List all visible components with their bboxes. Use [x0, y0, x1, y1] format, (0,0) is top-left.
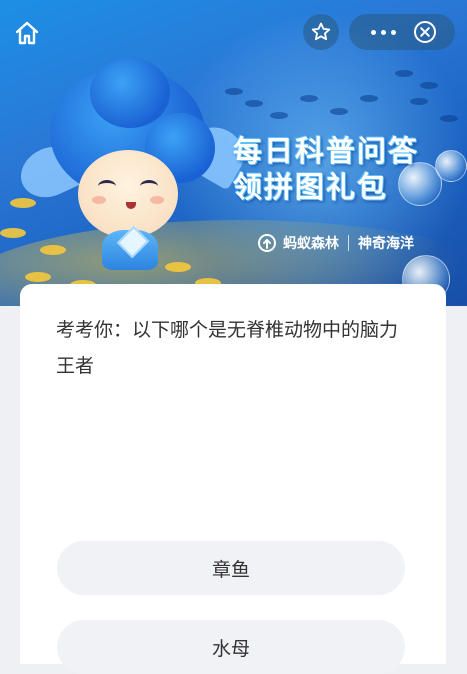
brand-ant-forest: 蚂蚁森林 — [283, 236, 339, 252]
right-cheek — [150, 196, 164, 204]
mascot-illustration — [12, 58, 254, 270]
fish — [245, 100, 263, 107]
hair-curl — [90, 58, 170, 128]
brand-magic-ocean: 神奇海洋 — [358, 236, 414, 252]
fish — [330, 108, 348, 115]
star-icon — [311, 22, 331, 41]
yellow-fish — [25, 272, 51, 282]
mascot-face — [78, 150, 178, 238]
fish — [410, 98, 428, 105]
banner-title-line2: 领拼图礼包 — [233, 170, 389, 204]
banner: 每日科普问答 领拼图礼包 蚂蚁森林 神奇海洋 — [0, 0, 467, 306]
mouth — [126, 202, 136, 209]
left-cheek — [92, 196, 106, 204]
fish — [395, 70, 413, 77]
close-icon — [414, 21, 436, 43]
right-eye — [140, 180, 158, 193]
fish — [360, 95, 378, 102]
fish — [440, 115, 458, 122]
fish — [270, 112, 288, 119]
quiz-question: 考考你：以下哪个是无脊椎动物中的脑力王者 — [56, 319, 399, 377]
more-icon-dot — [370, 29, 376, 35]
more-button[interactable] — [363, 14, 403, 50]
yellow-fish — [0, 228, 26, 238]
answer-option[interactable]: 章鱼 — [57, 541, 405, 595]
ant-forest-logo-icon — [257, 233, 277, 253]
quiz-card: 考考你：以下哪个是无脊椎动物中的脑力王者 章鱼 水母 — [20, 284, 446, 674]
brand-row: 蚂蚁森林 神奇海洋 — [256, 232, 414, 254]
favorite-button[interactable] — [303, 14, 339, 50]
home-icon — [15, 21, 39, 45]
more-icon-dot — [380, 29, 386, 35]
more-icon-dot — [390, 29, 396, 35]
fish — [300, 95, 318, 102]
brand-divider — [348, 235, 349, 251]
home-button[interactable] — [12, 18, 42, 48]
fish — [420, 82, 438, 89]
answer-option[interactable]: 水母 — [57, 620, 405, 674]
left-eye — [98, 180, 116, 193]
capsule-menu — [349, 14, 455, 50]
close-button[interactable] — [413, 20, 437, 44]
